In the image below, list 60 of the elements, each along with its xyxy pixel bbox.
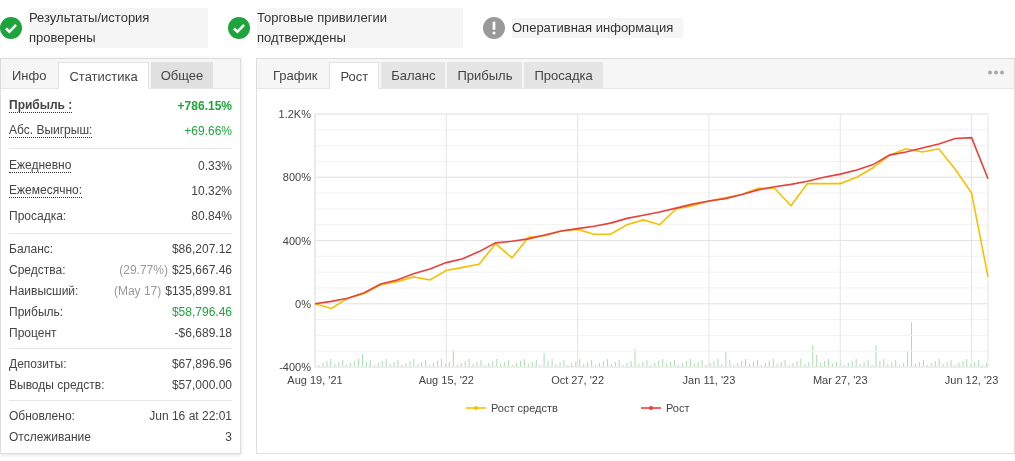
- stat-label: Прибыль :: [9, 98, 73, 113]
- more-icon[interactable]: [988, 70, 1004, 75]
- stat-value: $57,000.00: [171, 377, 232, 392]
- stat-label: Процент: [9, 325, 57, 340]
- check-icon: [228, 16, 250, 39]
- stat-value: 80.84%: [191, 208, 232, 223]
- stat-value: $58,796.46: [171, 304, 232, 319]
- stat-label: Депозиты:: [9, 356, 67, 371]
- tab[interactable]: Просадка: [524, 62, 603, 88]
- y-tick-label: 0%: [295, 297, 311, 310]
- stat-value: 0.33%: [197, 158, 232, 173]
- stat-label: Просадка:: [9, 208, 67, 223]
- stat-label: Средства:: [9, 262, 66, 277]
- y-tick-label: 400%: [282, 234, 311, 247]
- stat-label: Ежедневно: [9, 158, 72, 173]
- status-label: Торговые привилегии подтверждены: [257, 7, 463, 48]
- stat-label: Наивысший:: [9, 283, 79, 298]
- stat-label: Ежемесячно:: [9, 183, 82, 198]
- legend-item[interactable]: Рост: [640, 402, 690, 414]
- stat-value: $86,207.12: [171, 241, 232, 256]
- stat-label: Абс. Выигрыш:: [9, 123, 93, 138]
- stat-value: +69.66%: [184, 123, 232, 138]
- tab[interactable]: Прибыль: [447, 62, 523, 88]
- stat-value: -$6,689.18: [174, 325, 232, 340]
- tab[interactable]: Инфо: [2, 62, 57, 88]
- legend-item[interactable]: Рост средств: [465, 402, 558, 414]
- x-tick-label: Mar 27, '23: [812, 374, 868, 386]
- stat-label: Баланс:: [9, 241, 54, 256]
- stat-value: $25,667.46: [171, 262, 232, 277]
- status-label: Оперативная информация: [512, 17, 683, 38]
- tab[interactable]: Баланс: [381, 62, 446, 88]
- y-tick-label: 800%: [282, 171, 311, 184]
- stat-label: Обновлено:: [9, 408, 75, 423]
- y-tick-label: -400%: [279, 361, 311, 373]
- tab[interactable]: График: [263, 62, 328, 88]
- stat-value: +786.15%: [177, 98, 232, 113]
- stat-note: (May 17): [113, 283, 162, 298]
- y-tick-label: 1.2K%: [278, 108, 311, 120]
- legend-label: Рост средств: [491, 402, 559, 414]
- stat-value: $135,899.81: [165, 283, 232, 298]
- status-label: Результаты/история проверены: [29, 7, 208, 48]
- stat-value: 3: [225, 429, 232, 444]
- x-tick-label: Jan 11, '23: [682, 374, 736, 386]
- legend-label: Рост: [666, 402, 690, 414]
- tab[interactable]: Общее: [150, 62, 214, 88]
- stat-value: 10.32%: [191, 183, 232, 198]
- x-tick-label: Aug 15, '22: [418, 374, 474, 386]
- x-tick-label: Oct 27, '22: [551, 374, 605, 386]
- check-icon: [0, 16, 22, 39]
- stat-label: Отслеживание: [9, 429, 91, 444]
- stat-value: $67,896.96: [171, 356, 232, 371]
- stat-label: Прибыль:: [9, 304, 64, 319]
- x-tick-label: Aug 19, '21: [287, 374, 343, 386]
- stat-note: (29.77%): [119, 262, 168, 277]
- stat-value: Jun 16 at 22:01: [149, 408, 232, 423]
- stat-label: Выводы средств:: [9, 377, 105, 392]
- exclamation-icon: [483, 16, 505, 39]
- tab[interactable]: Рост: [329, 62, 380, 89]
- x-tick-label: Jun 12, '23: [944, 374, 999, 386]
- tab[interactable]: Статистика: [58, 62, 149, 89]
